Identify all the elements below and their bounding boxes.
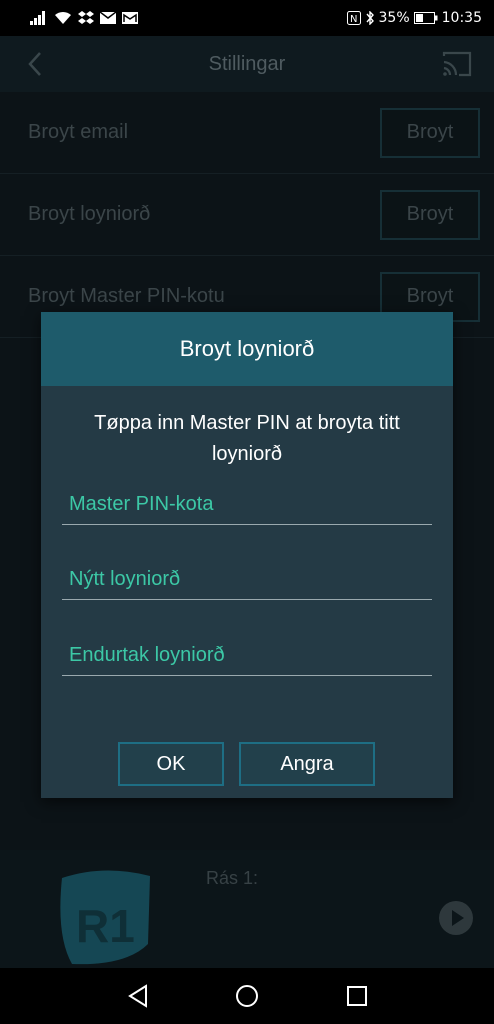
dialog-message: Tøppa inn Master PIN at broyta titt loyn… (94, 412, 400, 465)
mail-icon (100, 12, 116, 24)
signal-icon (30, 11, 45, 25)
bluetooth-icon (365, 11, 374, 25)
svg-text:N: N (350, 14, 357, 25)
repeat-password-input[interactable] (62, 636, 432, 675)
new-password-input[interactable] (62, 560, 432, 599)
battery-percent: 35% (378, 10, 410, 26)
change-password-dialog: Broyt loyniorð Tøppa inn Master PIN at b… (41, 312, 453, 798)
nav-recents-icon[interactable] (343, 982, 371, 1010)
repeat-password-field (62, 636, 432, 676)
new-password-field (62, 560, 432, 600)
dropbox-icon (78, 11, 94, 24)
cancel-button[interactable]: Angra (239, 742, 375, 786)
nfc-icon: N (346, 11, 361, 25)
system-nav-bar (0, 968, 494, 1024)
master-pin-field (62, 485, 432, 525)
battery-icon (413, 12, 438, 24)
nav-home-icon[interactable] (233, 982, 261, 1010)
wifi-icon (55, 11, 71, 24)
status-bar: N 35% 10:35 (0, 0, 494, 36)
dialog-header: Broyt loyniorð (41, 312, 453, 386)
dialog-title: Broyt loyniorð (179, 336, 315, 361)
master-pin-input[interactable] (62, 485, 432, 524)
gmail-icon (122, 12, 138, 24)
nav-back-icon[interactable] (124, 982, 152, 1010)
clock: 10:35 (441, 10, 482, 26)
ok-button[interactable]: OK (118, 742, 224, 786)
